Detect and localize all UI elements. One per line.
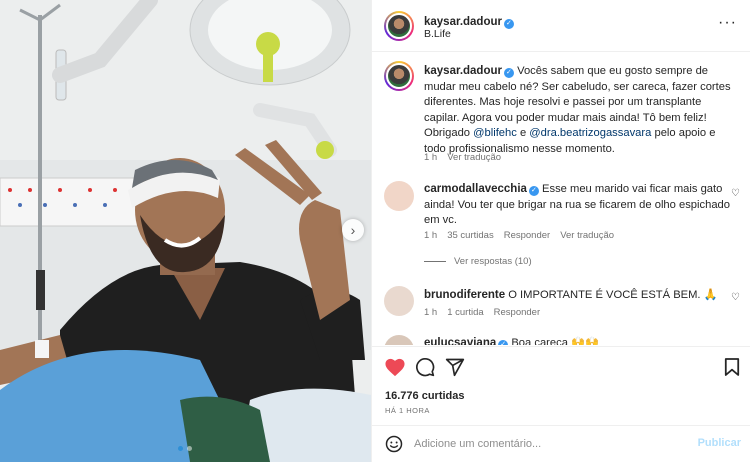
view-replies-label: Ver respostas (10) (454, 256, 532, 267)
comment-item: eulucsaviana ✓ Boa careca 🙌🙌 (424, 336, 734, 345)
comment-icon[interactable] (415, 357, 435, 382)
post-header: kaysar.dadour ✓ B.Life ··· (372, 0, 750, 52)
mention-link[interactable]: @dra.beatrizogassavara (529, 127, 651, 139)
mention-link[interactable]: @blifehc (473, 127, 517, 139)
comment-username[interactable]: eulucsaviana (424, 337, 496, 345)
comment-like-icon[interactable]: ♡ (731, 292, 741, 303)
carousel-indicator (178, 446, 192, 451)
comment-item: brunodiferente O IMPORTANTE É VOCÊ ESTÁ … (424, 288, 734, 304)
share-icon[interactable] (445, 357, 465, 382)
post-photo-illustration (0, 0, 371, 462)
caption-text-mid: e (516, 127, 530, 139)
comment-time: 1 h (424, 230, 438, 241)
post-photo[interactable]: › (0, 0, 371, 462)
view-replies-button[interactable]: Ver respostas (10) (424, 256, 532, 267)
reply-button[interactable]: Responder (494, 307, 540, 318)
comment-username[interactable]: brunodiferente (424, 289, 505, 301)
likes-count[interactable]: 16.776 curtidas (385, 390, 465, 402)
commenter-avatar[interactable] (384, 286, 414, 316)
comment-input[interactable] (414, 435, 684, 453)
next-slide-button[interactable]: › (342, 219, 364, 241)
comment-likes-count[interactable]: 35 curtidas (447, 230, 493, 241)
caption-meta: 1 h Ver tradução (424, 152, 501, 163)
comment-time: 1 h (424, 307, 438, 318)
more-options-icon[interactable]: ··· (718, 14, 737, 32)
comment-like-icon[interactable]: ♡ (731, 188, 741, 199)
comment-text: Boa careca 🙌🙌 (511, 337, 599, 345)
verified-badge-icon: ✓ (528, 186, 539, 196)
reply-button[interactable]: Responder (504, 230, 550, 241)
caption: kaysar.dadour ✓ Vocês sabem que eu gosto … (424, 64, 734, 157)
heart-filled-icon[interactable] (384, 357, 406, 382)
verified-badge-icon: ✓ (503, 68, 514, 78)
comment-username[interactable]: carmodallavecchia (424, 183, 527, 195)
commenter-avatar[interactable] (384, 181, 414, 211)
comment-likes-count[interactable]: 1 curtida (447, 307, 483, 318)
caption-avatar[interactable] (384, 61, 414, 91)
caption-username[interactable]: kaysar.dadour (424, 65, 502, 77)
comments-list[interactable]: kaysar.dadour ✓ Vocês sabem que eu gosto … (372, 53, 750, 345)
bookmark-icon[interactable] (724, 357, 740, 382)
author-avatar[interactable] (384, 11, 414, 41)
caption-time: 1 h (424, 152, 438, 163)
post-timestamp: HÁ 1 HORA (385, 406, 430, 415)
add-comment-bar: Publicar (372, 425, 750, 462)
translate-button[interactable]: Ver tradução (560, 230, 614, 241)
comment-item: carmodallavecchia ✓ Esse meu marido vai f… (424, 182, 734, 229)
post-side-panel: kaysar.dadour ✓ B.Life ··· kaysar.dadour ✓… (371, 0, 750, 462)
emoji-icon[interactable] (385, 435, 403, 458)
post-location[interactable]: B.Life (424, 28, 451, 40)
replies-divider (424, 261, 446, 262)
verified-badge-icon: ✓ (503, 19, 514, 29)
publish-button[interactable]: Publicar (698, 437, 741, 449)
carousel-dot (187, 446, 192, 451)
caption-translate-button[interactable]: Ver tradução (447, 152, 501, 163)
comment-text: O IMPORTANTE É VOCÊ ESTÁ BEM. 🙏 (508, 289, 718, 301)
comment-meta: 1 h 35 curtidas Responder Ver tradução (424, 230, 614, 241)
author-username[interactable]: kaysar.dadour (424, 16, 502, 28)
comment-meta: 1 h 1 curtida Responder (424, 307, 540, 318)
chevron-right-icon: › (350, 222, 356, 238)
carousel-dot-active (178, 446, 183, 451)
verified-badge-icon: ✓ (498, 340, 509, 345)
commenter-avatar[interactable] (384, 335, 414, 345)
post-actions: 16.776 curtidas HÁ 1 HORA (372, 346, 750, 426)
